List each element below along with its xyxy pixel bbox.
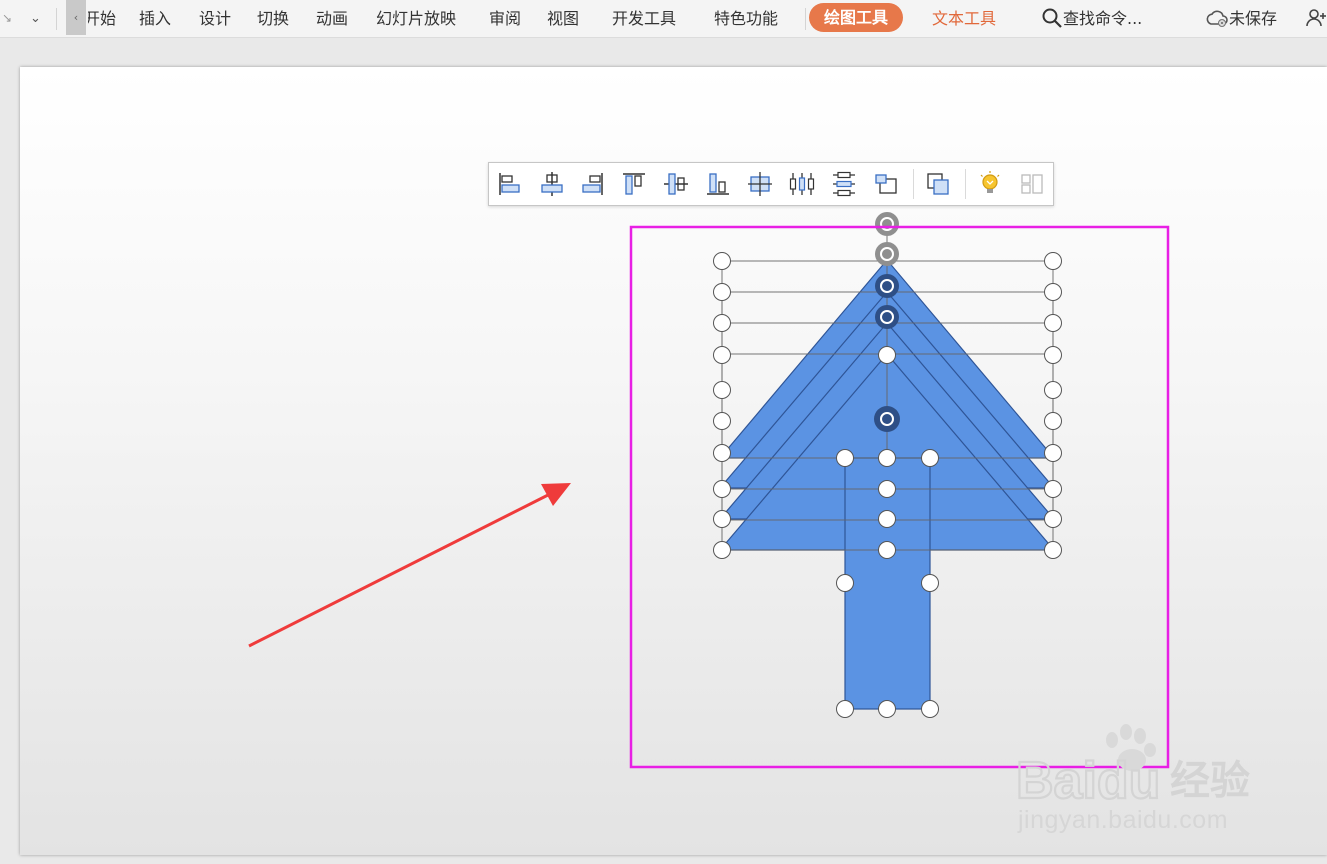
tab-drawing-tools[interactable]: 绘图工具 xyxy=(809,3,904,32)
tab-design[interactable]: 设计 xyxy=(199,0,231,37)
tab-home[interactable]: 开始 xyxy=(88,0,116,37)
ribbon-tab-bar: ↘ ⌄ ‹ 开始 插入 设计 切换 动画 幻灯片放映 审阅 视图 开发工具 特色… xyxy=(0,0,1327,38)
tab-scroll-left-button[interactable]: ‹ xyxy=(66,0,86,35)
tab-animation[interactable]: 动画 xyxy=(316,0,348,37)
tab-view[interactable]: 视图 xyxy=(547,0,579,37)
cloud-icon xyxy=(1206,10,1228,28)
rotate-icon[interactable] xyxy=(871,169,901,199)
combine-icon[interactable] xyxy=(923,169,953,199)
command-search[interactable]: 查找命令... xyxy=(1041,0,1142,37)
redo-icon[interactable]: ↘ xyxy=(2,0,12,37)
tab-text-tools[interactable]: 文本工具 xyxy=(932,0,996,37)
quick-access-dropdown-icon[interactable]: ⌄ xyxy=(30,0,41,37)
tab-developer[interactable]: 开发工具 xyxy=(612,0,676,37)
align-bottom-icon[interactable] xyxy=(703,169,733,199)
layout-split-icon[interactable] xyxy=(1017,169,1047,199)
divider xyxy=(965,169,966,199)
distribute-vertically-icon[interactable] xyxy=(829,169,859,199)
tab-transitions[interactable]: 切换 xyxy=(257,0,289,37)
save-status-label: 未保存 xyxy=(1229,9,1278,28)
align-left-icon[interactable] xyxy=(495,169,525,199)
align-top-icon[interactable] xyxy=(619,169,649,199)
align-toolbar xyxy=(488,162,1054,206)
tab-insert[interactable]: 插入 xyxy=(139,0,171,37)
align-center-icon[interactable] xyxy=(537,169,567,199)
share-user-button[interactable] xyxy=(1305,0,1327,37)
tab-slideshow[interactable]: 幻灯片放映 xyxy=(376,0,456,37)
center-on-slide-icon[interactable] xyxy=(745,169,775,199)
command-search-label: 查找命令... xyxy=(1063,9,1143,28)
smart-idea-icon[interactable] xyxy=(975,169,1005,199)
distribute-horizontally-icon[interactable] xyxy=(787,169,817,199)
search-icon xyxy=(1042,8,1062,28)
divider xyxy=(56,8,57,30)
add-user-icon xyxy=(1306,9,1326,27)
watermark-url: jingyan.baidu.com xyxy=(1018,806,1229,834)
align-right-icon[interactable] xyxy=(577,169,607,199)
tab-special-features[interactable]: 特色功能 xyxy=(714,0,778,37)
tab-review[interactable]: 审阅 xyxy=(489,0,521,37)
save-status[interactable]: 未保存 xyxy=(1205,0,1277,37)
align-middle-icon[interactable] xyxy=(661,169,691,199)
divider xyxy=(913,169,914,199)
divider xyxy=(805,8,806,30)
